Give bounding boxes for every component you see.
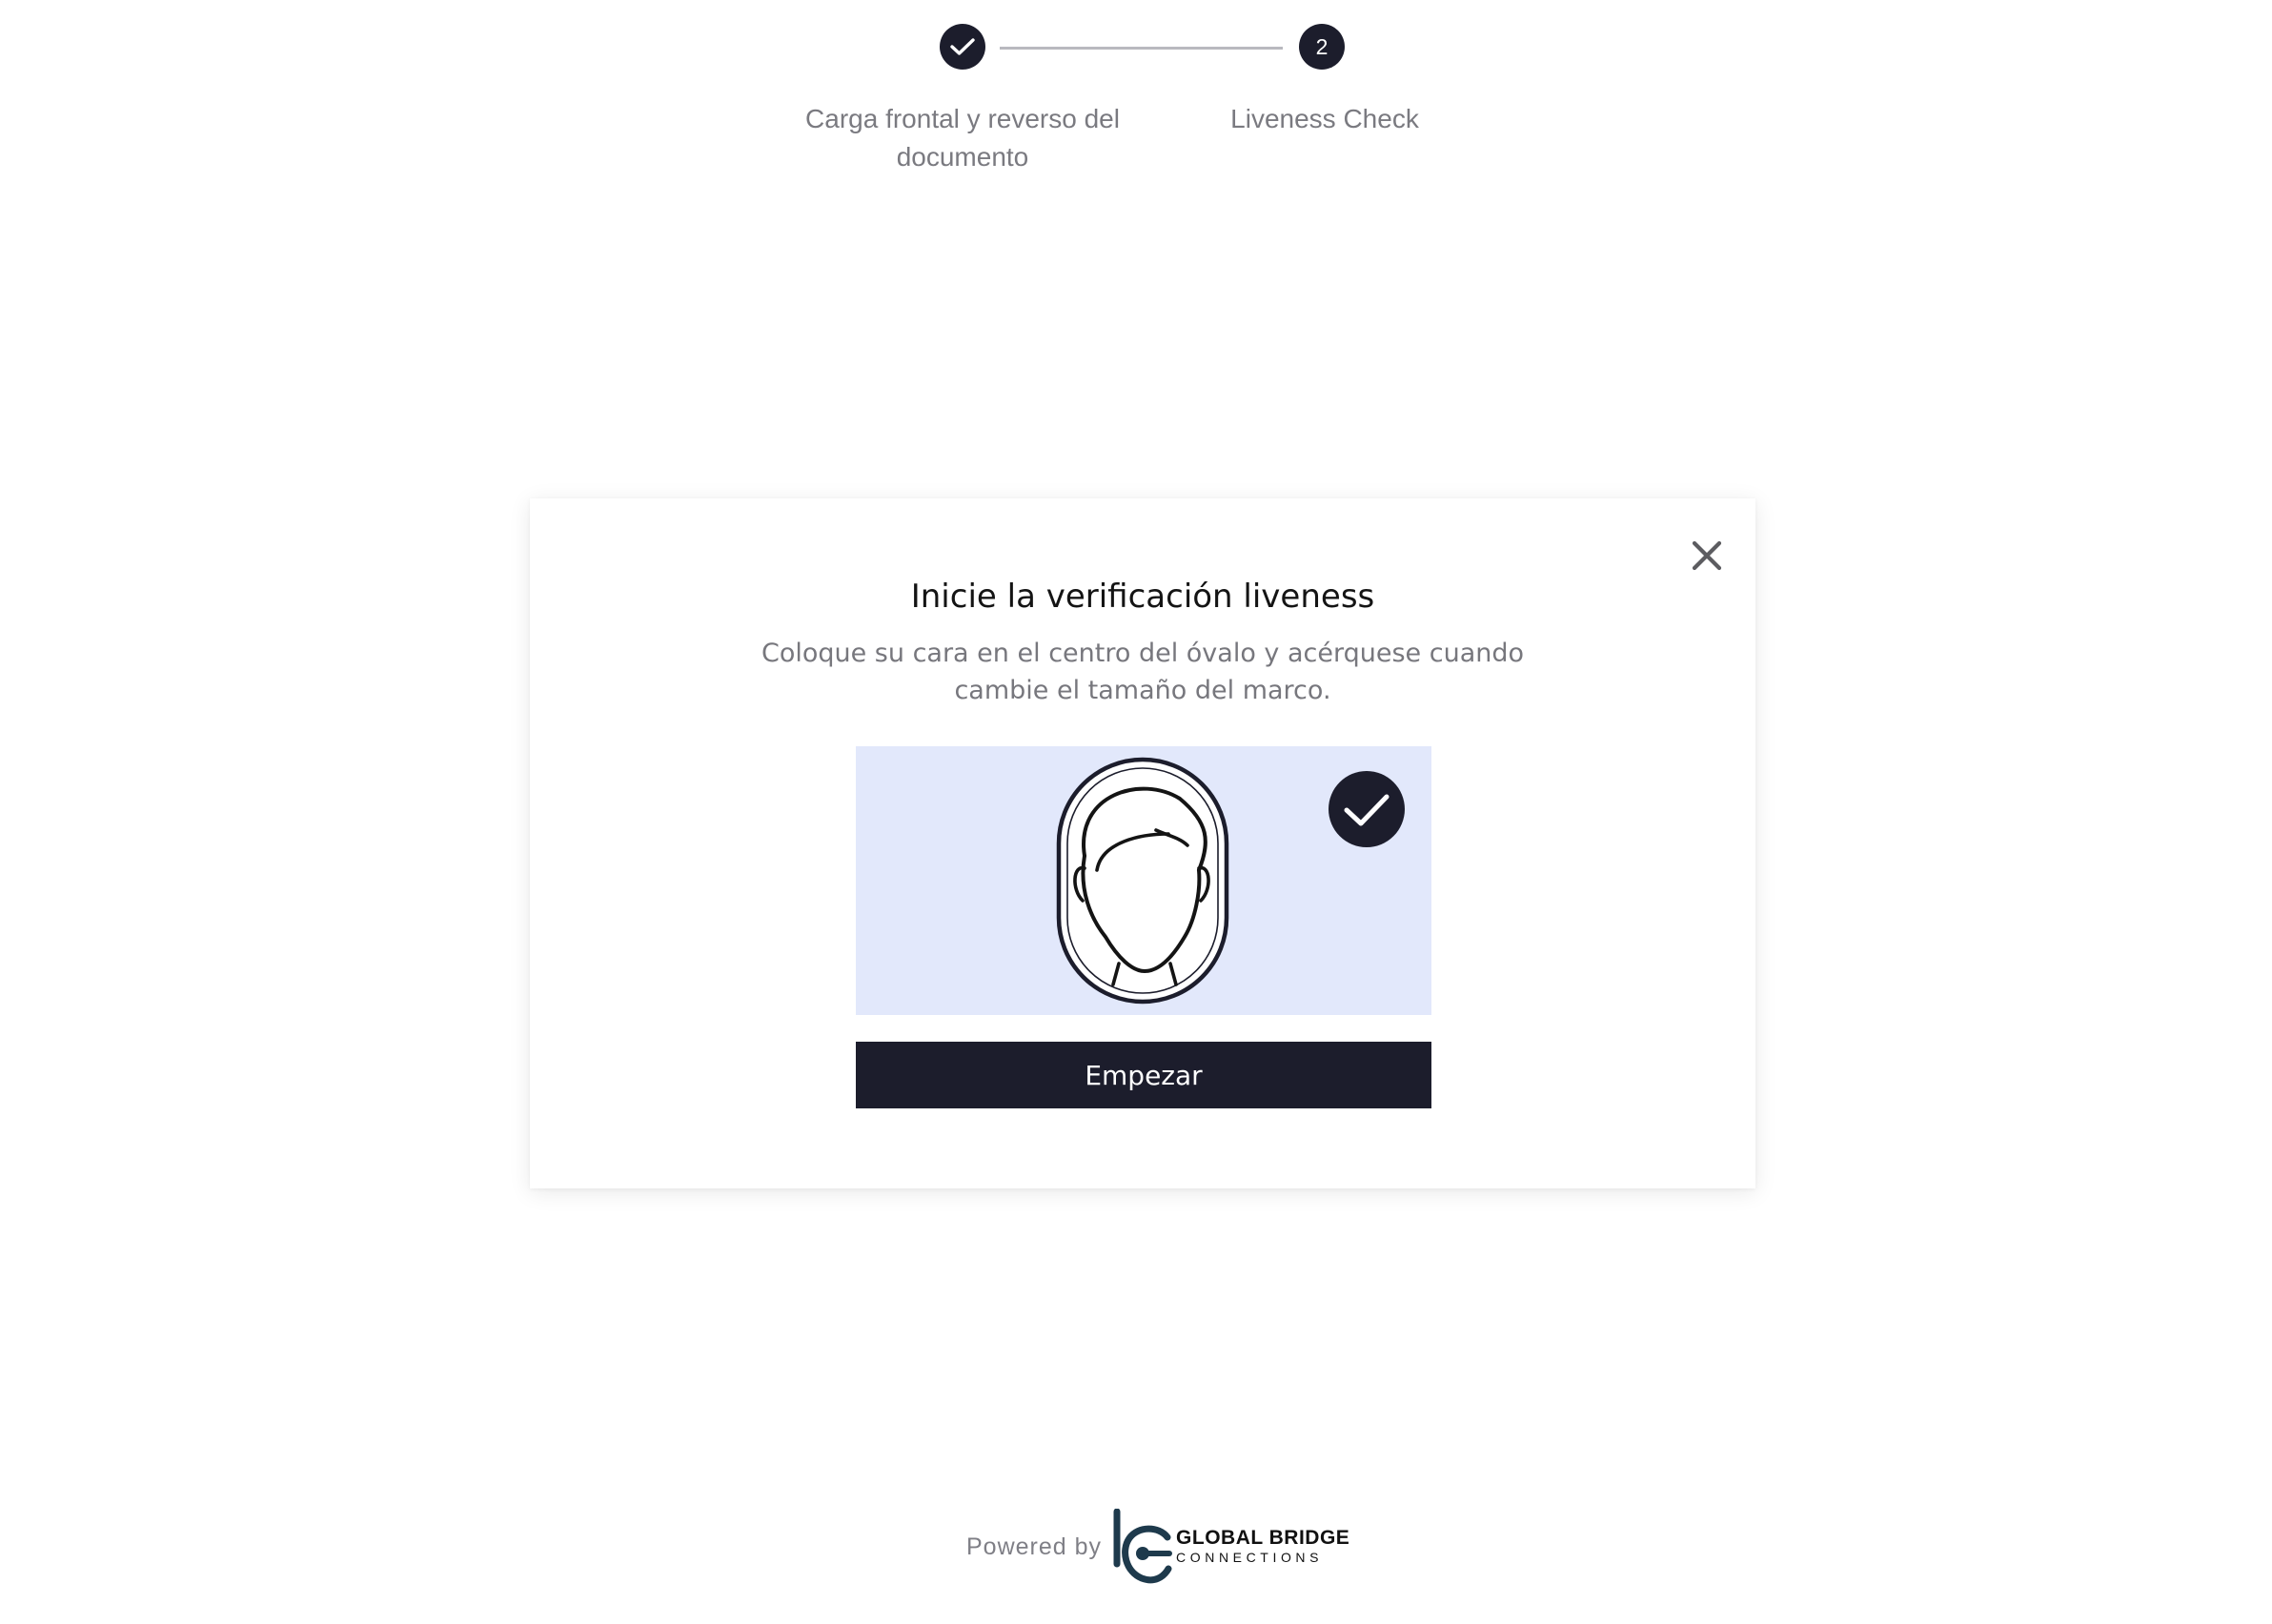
- powered-by-text: Powered by: [966, 1533, 1103, 1560]
- liveness-modal: Inicie la verificación liveness Coloque …: [530, 498, 1755, 1188]
- global-bridge-logo: GLOBAL BRIDGE CONNECTIONS: [1109, 1509, 1349, 1585]
- step-1-label: Carga frontal y reverso del documento: [805, 104, 1120, 172]
- step-1-completed-indicator: [940, 24, 985, 70]
- start-button[interactable]: Empezar: [856, 1042, 1431, 1108]
- global-bridge-logo-icon: [1113, 1509, 1173, 1584]
- step-2-indicator: 2: [1299, 24, 1345, 70]
- logo-wordmark-line1: GLOBAL BRIDGE: [1176, 1527, 1350, 1549]
- check-icon: [950, 38, 975, 55]
- close-button[interactable]: [1683, 532, 1731, 579]
- face-oval-icon: [1056, 757, 1229, 1005]
- footer-branding: Powered by GLOBAL BRIDGE CONNECTIONS: [966, 1509, 1349, 1585]
- step-connector: [1000, 47, 1283, 50]
- face-illustration: [856, 746, 1431, 1015]
- close-icon: [1692, 540, 1722, 571]
- logo-wordmark-line2: CONNECTIONS: [1176, 1550, 1324, 1565]
- progress-stepper: 2 Carga frontal y reverso del documento …: [0, 0, 2272, 191]
- step-2-number: 2: [1315, 33, 1329, 59]
- check-badge-icon: [1329, 771, 1405, 847]
- step-2-label: Liveness Check: [1230, 104, 1419, 133]
- modal-subtitle: Coloque su cara en el centro del óvalo y…: [761, 639, 1525, 705]
- modal-title: Inicie la verificación liveness: [910, 578, 1375, 616]
